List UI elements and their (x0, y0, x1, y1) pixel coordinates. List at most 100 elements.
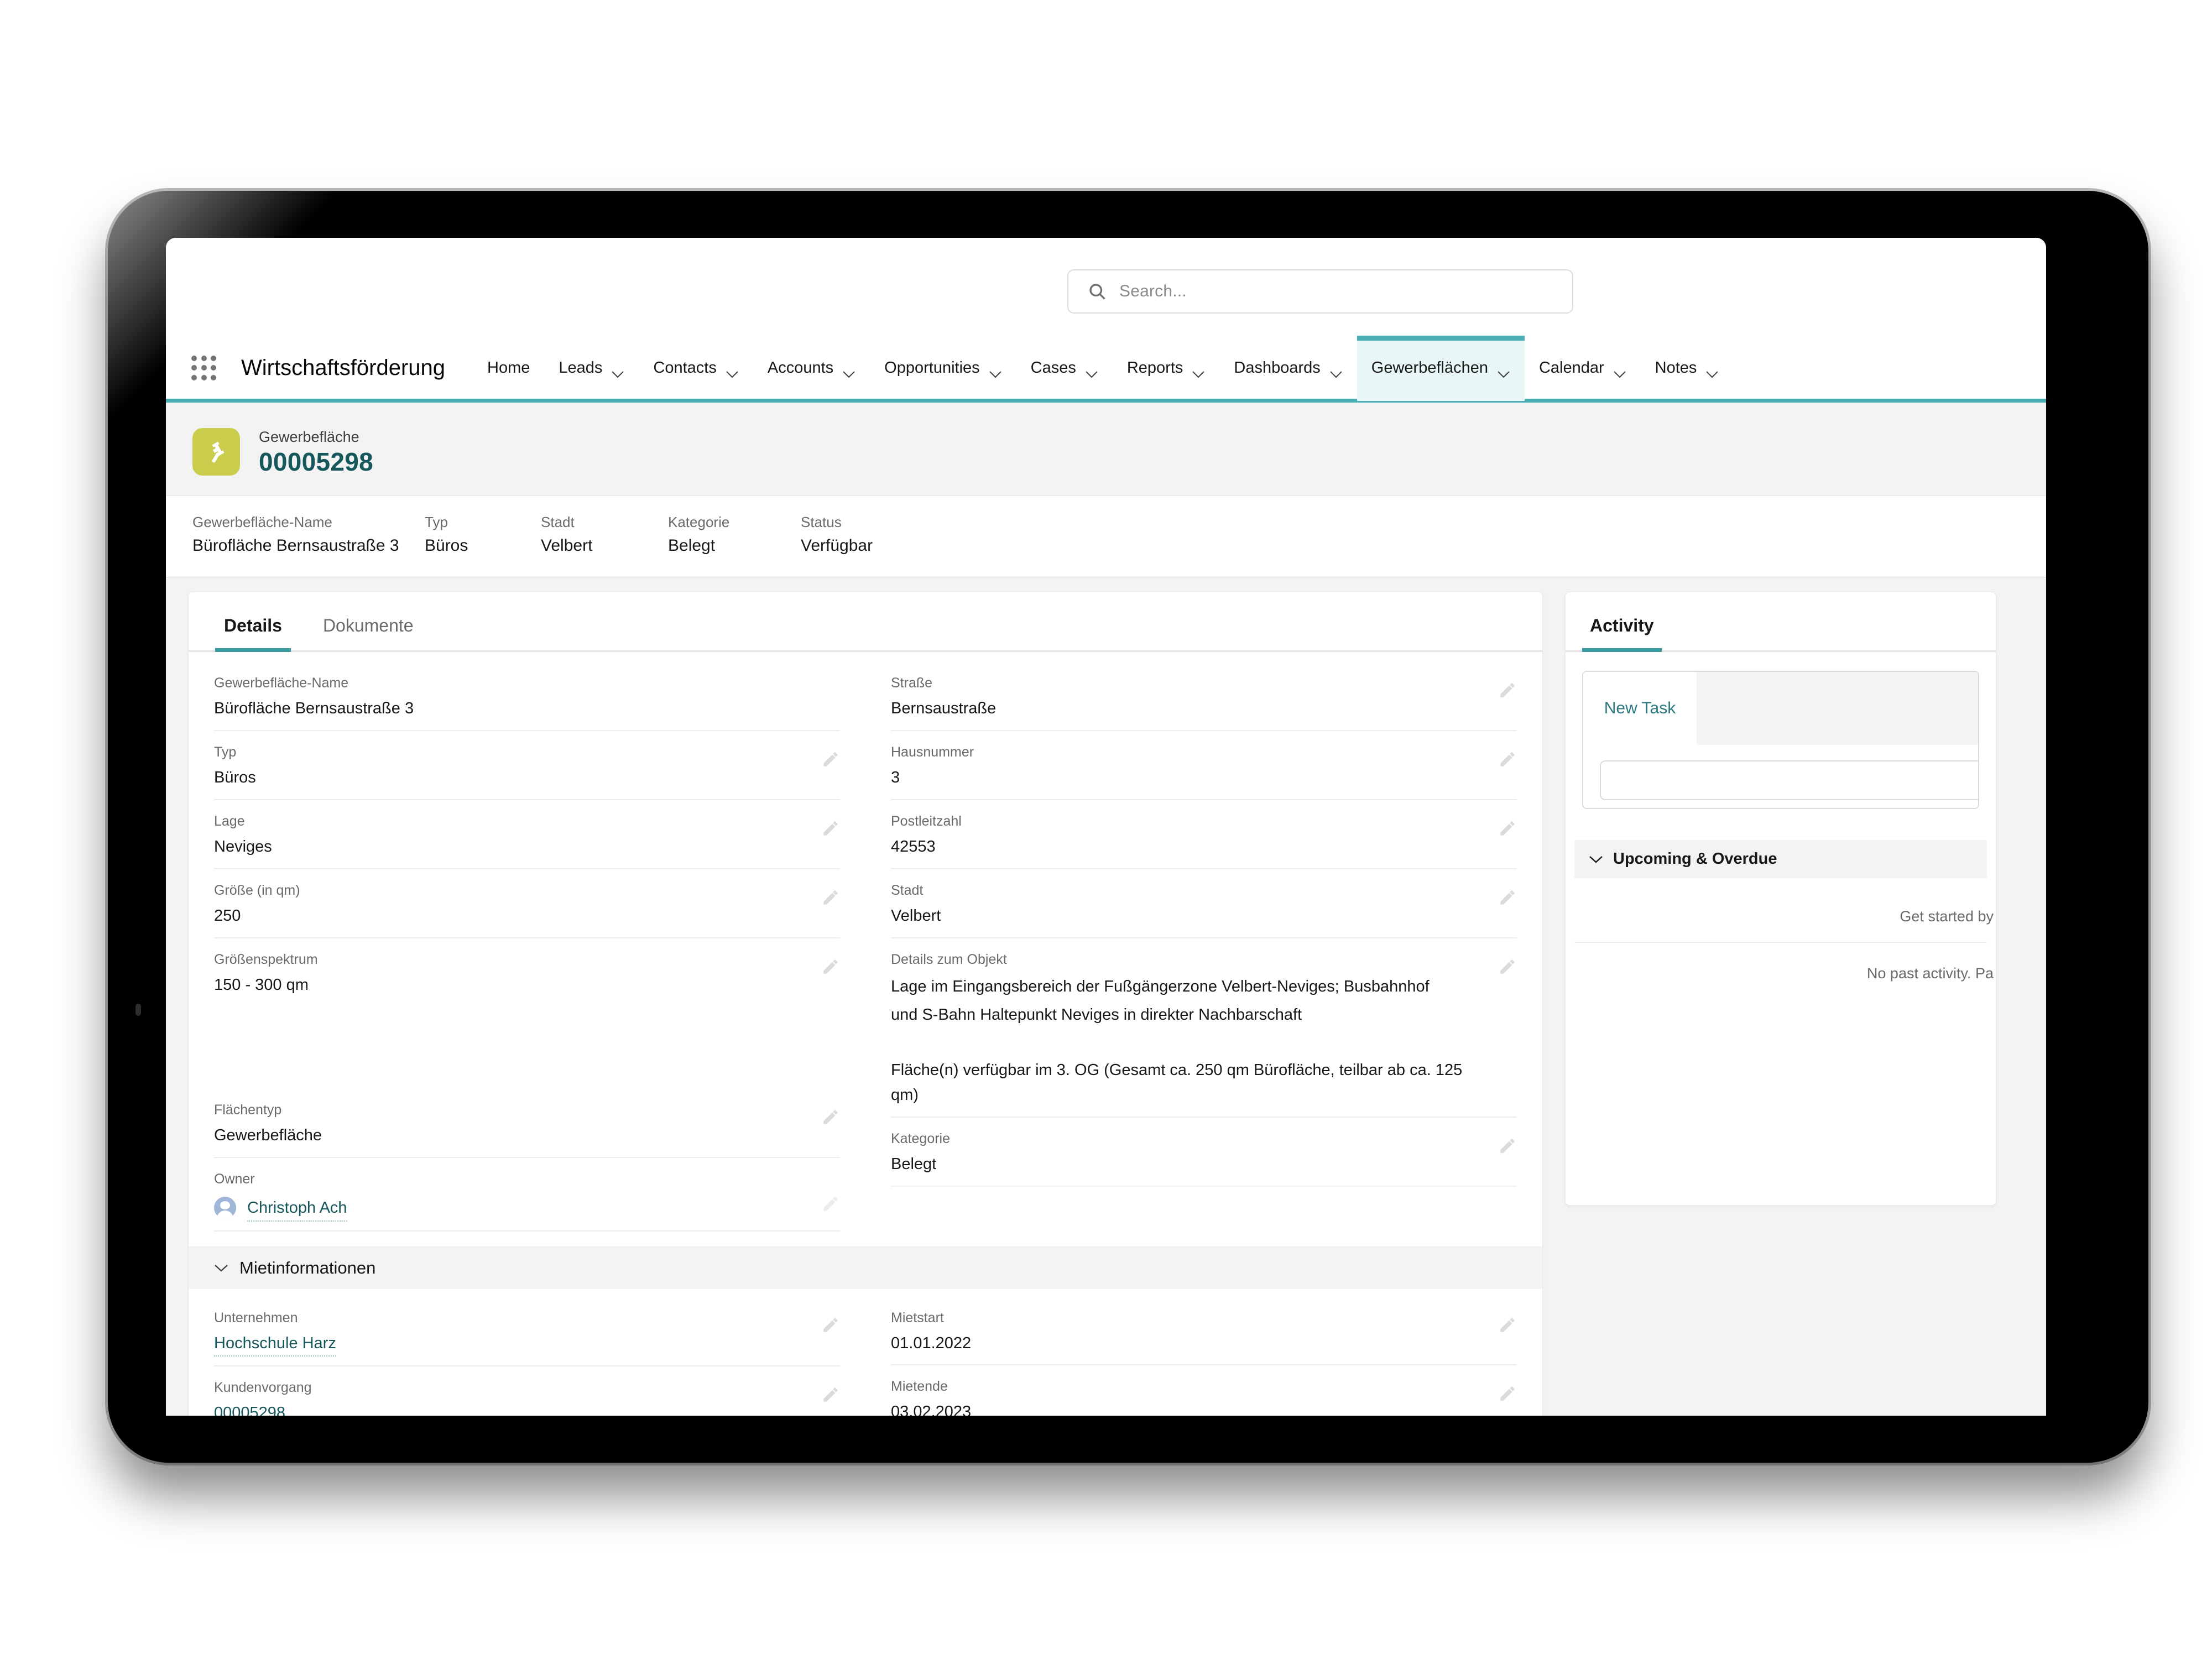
field-label: Stadt (891, 883, 924, 899)
field-label: Straße (891, 675, 933, 691)
pencil-icon[interactable] (1498, 1136, 1517, 1155)
chevron-down-icon[interactable] (1497, 364, 1510, 378)
field-value: Bürofläche Bernsaustraße 3 (192, 536, 399, 555)
chevron-down-icon[interactable] (1329, 364, 1343, 378)
empty-state-past: No past activity. Pa (1866, 965, 1994, 982)
tab-label: Activity (1590, 615, 1654, 636)
activity-card: Activity New Task Upcoming & Overdue Get… (1565, 592, 1996, 1206)
nav-item-contacts[interactable]: Contacts (639, 336, 753, 401)
record-object-label: Gewerbefläche (259, 429, 359, 445)
composer-tab-new-task[interactable]: New Task (1583, 672, 1697, 745)
nav-item-label: Accounts (767, 359, 834, 377)
tab-activity[interactable]: Activity (1582, 615, 1662, 653)
field-kategorie: Kategorie Belegt (891, 1118, 1517, 1187)
global-search[interactable]: Search... (1067, 269, 1573, 314)
chevron-down-icon[interactable] (842, 364, 855, 378)
section-mietinformationen[interactable]: Mietinformationen (189, 1246, 1542, 1289)
pencil-icon[interactable] (821, 888, 840, 907)
highlight-field-status: Status Verfügbar (801, 512, 933, 558)
field-owner: Owner Christoph Ach (214, 1158, 840, 1232)
tab-details[interactable]: Details (215, 615, 291, 653)
chevron-down-icon[interactable] (1589, 855, 1603, 864)
field-label: Postleitzahl (891, 813, 962, 830)
section-title: Mietinformationen (239, 1258, 376, 1277)
nav-item-accounts[interactable]: Accounts (753, 336, 870, 401)
pencil-icon[interactable] (1498, 750, 1517, 769)
pencil-icon[interactable] (1498, 1316, 1517, 1334)
field-value: Neviges (214, 838, 272, 856)
chevron-down-icon[interactable] (611, 364, 624, 378)
pencil-icon[interactable] (821, 1385, 840, 1404)
pencil-icon[interactable] (1498, 819, 1517, 838)
chevron-down-icon[interactable] (1192, 364, 1205, 378)
record-body: Details Dokumente Gewerbefläche-Name Bür… (166, 577, 2046, 1416)
field-mietstart: Mietstart 01.01.2022 (891, 1297, 1517, 1366)
global-header: Search... (166, 238, 2046, 337)
nav-item-reports[interactable]: Reports (1113, 336, 1220, 401)
field-value: Velbert (541, 536, 593, 555)
search-box[interactable]: Search... (1067, 269, 1573, 314)
pencil-icon[interactable] (821, 819, 840, 838)
pencil-icon[interactable] (1498, 681, 1517, 700)
field-label: Lage (214, 813, 245, 830)
nav-item-cases[interactable]: Cases (1016, 336, 1113, 401)
owner-link[interactable]: Christoph Ach (247, 1193, 347, 1222)
chevron-down-icon[interactable] (726, 364, 739, 378)
pencil-icon[interactable] (821, 1108, 840, 1126)
app-launcher-icon[interactable] (191, 355, 217, 381)
nav-item-label: Contacts (653, 359, 717, 377)
nav-item-label: Reports (1126, 359, 1183, 377)
nav-item-opportunities[interactable]: Opportunities (870, 336, 1016, 401)
tab-dokumente[interactable]: Dokumente (314, 615, 422, 650)
field-value: 250 (214, 907, 241, 925)
field-value: Gewerbefläche (214, 1126, 322, 1145)
nav-item-label: Calendar (1538, 359, 1604, 377)
nav-item-home[interactable]: Home (473, 336, 544, 401)
tab-label: Dokumente (322, 615, 414, 636)
pencil-icon[interactable] (1498, 1384, 1517, 1403)
pencil-icon[interactable] (821, 957, 840, 976)
field-hausnummer: Hausnummer 3 (891, 731, 1517, 801)
pencil-icon[interactable] (821, 750, 840, 769)
pencil-icon[interactable] (1498, 888, 1517, 907)
field-label: Kategorie (891, 1130, 951, 1146)
field-mietende: Mietende 03.02.2023 (891, 1365, 1517, 1416)
nav-item-gewerbeflaechen[interactable]: Gewerbeflächen (1357, 335, 1525, 401)
field-spacer (891, 1187, 1517, 1241)
details-columns: Gewerbefläche-Name Bürofläche Bernsaustr… (189, 662, 1542, 1240)
chevron-down-icon[interactable] (214, 1264, 228, 1272)
field-gewerbeflaeche-name: Gewerbefläche-Name Bürofläche Bernsaustr… (214, 662, 840, 732)
field-label: Größe (in qm) (214, 883, 300, 899)
pencil-icon[interactable] (821, 1194, 840, 1213)
chevron-down-icon[interactable] (1085, 364, 1098, 378)
unternehmen-link[interactable]: Hochschule Harz (214, 1329, 336, 1357)
chevron-down-icon[interactable] (989, 364, 1002, 378)
activity-tab-list: Activity (1566, 592, 1996, 653)
details-tab-list: Details Dokumente (189, 592, 1542, 653)
field-value: Bürofläche Bernsaustraße 3 (214, 700, 414, 718)
record-header: Gewerbefläche 00005298 Gewerbefläche-Nam… (166, 403, 2046, 578)
app-name: Wirtschaftsförderung (241, 356, 446, 380)
composer-tab-more[interactable] (1697, 672, 1978, 745)
nav-item-leads[interactable]: Leads (544, 336, 639, 401)
chevron-down-icon[interactable] (1613, 364, 1626, 378)
nav-item-dashboards[interactable]: Dashboards (1219, 336, 1357, 401)
nav-item-notes[interactable]: Notes (1641, 336, 1734, 401)
field-value-paragraph-2: Fläche(n) verfügbar im 3. OG (Gesamt ca.… (891, 1061, 1463, 1104)
pencil-icon[interactable] (821, 1316, 840, 1334)
chevron-down-icon[interactable] (1705, 364, 1719, 378)
accordion-upcoming-overdue[interactable]: Upcoming & Overdue (1574, 840, 1987, 879)
nav-item-list: Home Leads Contacts Accounts Opportuniti… (473, 335, 1734, 401)
details-form: Gewerbefläche-Name Bürofläche Bernsaustr… (189, 652, 1542, 1416)
record-header-top: Gewerbefläche 00005298 (192, 418, 2020, 495)
field-stadt: Stadt Velbert (891, 869, 1517, 939)
field-value-paragraph-1: Lage im Eingangsbereich der Fußgängerzon… (891, 978, 1430, 1024)
nav-item-calendar[interactable]: Calendar (1525, 336, 1641, 401)
details-left-column: Gewerbefläche-Name Bürofläche Bernsaustr… (189, 662, 865, 1240)
task-subject-input[interactable] (1600, 760, 1978, 801)
pencil-icon[interactable] (1498, 957, 1517, 976)
search-placeholder: Search... (1119, 282, 1187, 300)
field-value: 3 (891, 769, 900, 787)
field-value: 150 - 300 qm (214, 976, 309, 994)
kundenvorgang-link[interactable]: 00005298 (214, 1399, 285, 1416)
